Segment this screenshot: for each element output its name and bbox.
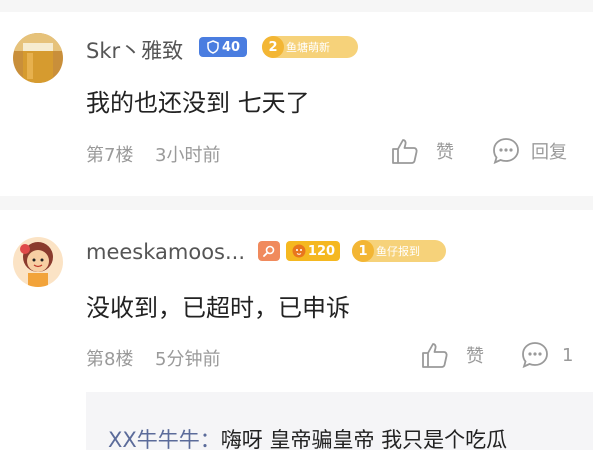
floor-number: 第7楼 bbox=[86, 145, 134, 166]
reply-button[interactable]: 回复 bbox=[491, 136, 567, 166]
reply-button[interactable]: 1 bbox=[520, 340, 573, 370]
timestamp: 3小时前 bbox=[155, 145, 221, 166]
shield-icon bbox=[207, 40, 219, 54]
thumbs-up-icon bbox=[422, 343, 448, 368]
comment-divider bbox=[0, 196, 593, 210]
reply-colon: ： bbox=[199, 428, 221, 452]
fan-level: 1 bbox=[352, 240, 374, 262]
comment-bubble-icon bbox=[493, 138, 519, 165]
floor-number: 第8楼 bbox=[86, 349, 134, 370]
username[interactable]: meeskamoos... bbox=[86, 240, 245, 264]
comment-text: 我的也还没到 七天了 bbox=[86, 89, 310, 117]
like-label: 赞 bbox=[436, 142, 454, 163]
reply-text: 嗨呀 皇帝骗皇帝 我只是个吃瓜 bbox=[220, 428, 508, 452]
like-button[interactable]: 赞 bbox=[390, 136, 454, 166]
top-strip bbox=[0, 0, 593, 12]
like-button[interactable]: 赞 bbox=[420, 340, 484, 370]
comment-bubble-icon bbox=[522, 342, 548, 369]
fan-label: 鱼仔报到 bbox=[376, 245, 420, 258]
level-badge: 40 bbox=[199, 37, 247, 57]
timestamp: 5分钟前 bbox=[155, 349, 221, 370]
avatar[interactable] bbox=[13, 33, 63, 83]
comment-text: 没收到，已超时，已申诉 bbox=[86, 294, 350, 322]
reply-preview[interactable]: XX牛牛牛：嗨呀 皇帝骗皇帝 我只是个吃瓜 bbox=[86, 392, 593, 452]
reply-label: 回复 bbox=[531, 142, 567, 163]
fan-badge: 2 鱼塘萌新 bbox=[262, 36, 358, 58]
fan-label: 鱼塘萌新 bbox=[286, 41, 330, 54]
reply-count: 1 bbox=[562, 344, 574, 366]
search-badge bbox=[258, 241, 280, 261]
like-label: 赞 bbox=[466, 346, 484, 367]
beer-avatar-icon bbox=[13, 33, 63, 83]
search-icon bbox=[263, 245, 275, 257]
level-number: 40 bbox=[221, 39, 241, 55]
tiger-icon bbox=[292, 244, 306, 258]
avatar[interactable] bbox=[13, 237, 63, 287]
reply-author[interactable]: XX牛牛牛 bbox=[108, 428, 200, 452]
thumbs-up-icon bbox=[392, 139, 418, 164]
username[interactable]: Skr丶雅致 bbox=[86, 35, 183, 65]
fan-level: 2 bbox=[262, 36, 284, 58]
fan-badge: 1 鱼仔报到 bbox=[352, 240, 446, 262]
level-badge: 120 bbox=[286, 241, 340, 261]
level-number: 120 bbox=[307, 243, 336, 259]
doll-avatar-icon bbox=[13, 237, 63, 287]
